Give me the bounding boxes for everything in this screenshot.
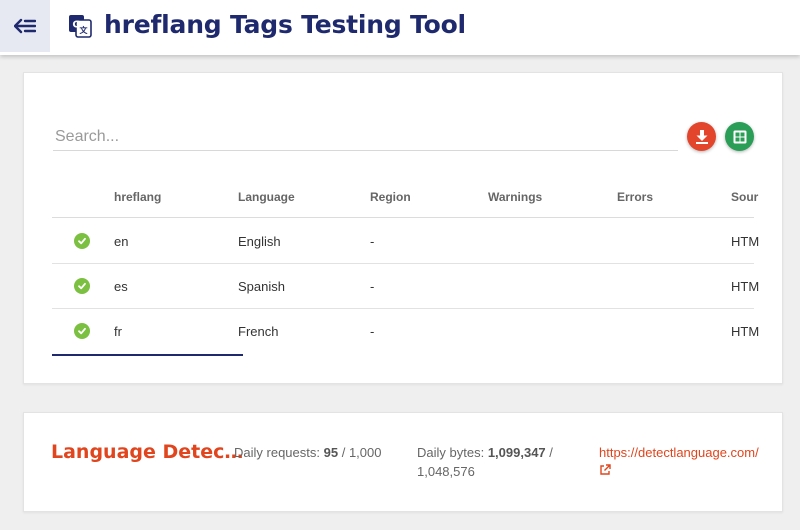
svg-text:文: 文 [80, 25, 89, 35]
detectlanguage-link[interactable]: https://detectlanguage.com/ [599, 443, 759, 462]
daily-requests-separator: / [341, 445, 346, 460]
cell-language: French [238, 324, 279, 339]
google-sheets-icon [733, 130, 746, 143]
page-title: hreflang Tags Testing Tool [104, 10, 466, 39]
download-button[interactable] [687, 122, 716, 151]
table-header: hreflang Language Region Warnings Errors… [52, 178, 758, 218]
column-header-source[interactable]: Sour [731, 190, 758, 204]
cell-source: HTM [731, 234, 760, 249]
table-row[interactable]: es Spanish - HTM [52, 264, 759, 309]
export-sheets-button[interactable] [725, 122, 754, 151]
column-header-hreflang[interactable]: hreflang [114, 190, 161, 204]
column-header-region[interactable]: Region [370, 190, 411, 204]
cell-region: - [370, 324, 375, 339]
cell-source: HTM [731, 279, 760, 294]
table-row[interactable]: en English - HTM [52, 219, 759, 264]
cell-language: English [238, 234, 281, 249]
cell-hreflang: fr [114, 324, 122, 339]
column-header-warnings[interactable]: Warnings [488, 190, 542, 204]
cell-language: Spanish [238, 279, 285, 294]
cell-source: HTM [731, 324, 760, 339]
column-header-errors[interactable]: Errors [617, 190, 653, 204]
cell-hreflang: es [114, 279, 128, 294]
daily-bytes-label: Daily bytes: [417, 445, 485, 460]
daily-bytes-separator: / [549, 445, 553, 460]
cell-region: - [370, 234, 375, 249]
daily-bytes-stat: Daily bytes: 1,099,347 / 1,048,576 [417, 443, 567, 481]
daily-bytes-limit: 1,048,576 [417, 464, 475, 479]
valid-check-icon [74, 278, 90, 294]
daily-requests-used: 95 [323, 445, 339, 460]
download-icon [695, 129, 708, 144]
daily-requests-limit: 1,000 [348, 445, 382, 460]
results-card: hreflang Language Region Warnings Errors… [23, 72, 783, 384]
app-header: G 文 hreflang Tags Testing Tool [0, 0, 800, 55]
external-link-icon[interactable] [599, 464, 611, 476]
back-arrow-icon [14, 18, 36, 34]
valid-check-icon [74, 233, 90, 249]
valid-check-icon [74, 323, 90, 339]
back-button[interactable] [0, 0, 50, 52]
language-detection-title: Language Detec… [51, 441, 244, 463]
table-row[interactable]: fr French - HTM [52, 309, 759, 354]
daily-requests-stat: Daily requests: 95 / 1,000 [234, 443, 382, 462]
cell-hreflang: en [114, 234, 129, 249]
translate-icon: G 文 [69, 15, 92, 38]
column-header-language[interactable]: Language [238, 190, 295, 204]
cell-region: - [370, 279, 375, 294]
search-input[interactable] [53, 123, 678, 151]
horizontal-scrollbar[interactable] [52, 354, 243, 356]
daily-requests-label: Daily requests: [234, 445, 320, 460]
language-detection-card: Language Detec… Daily requests: 95 / 1,0… [23, 412, 783, 512]
daily-bytes-used: 1,099,347 [487, 445, 546, 460]
